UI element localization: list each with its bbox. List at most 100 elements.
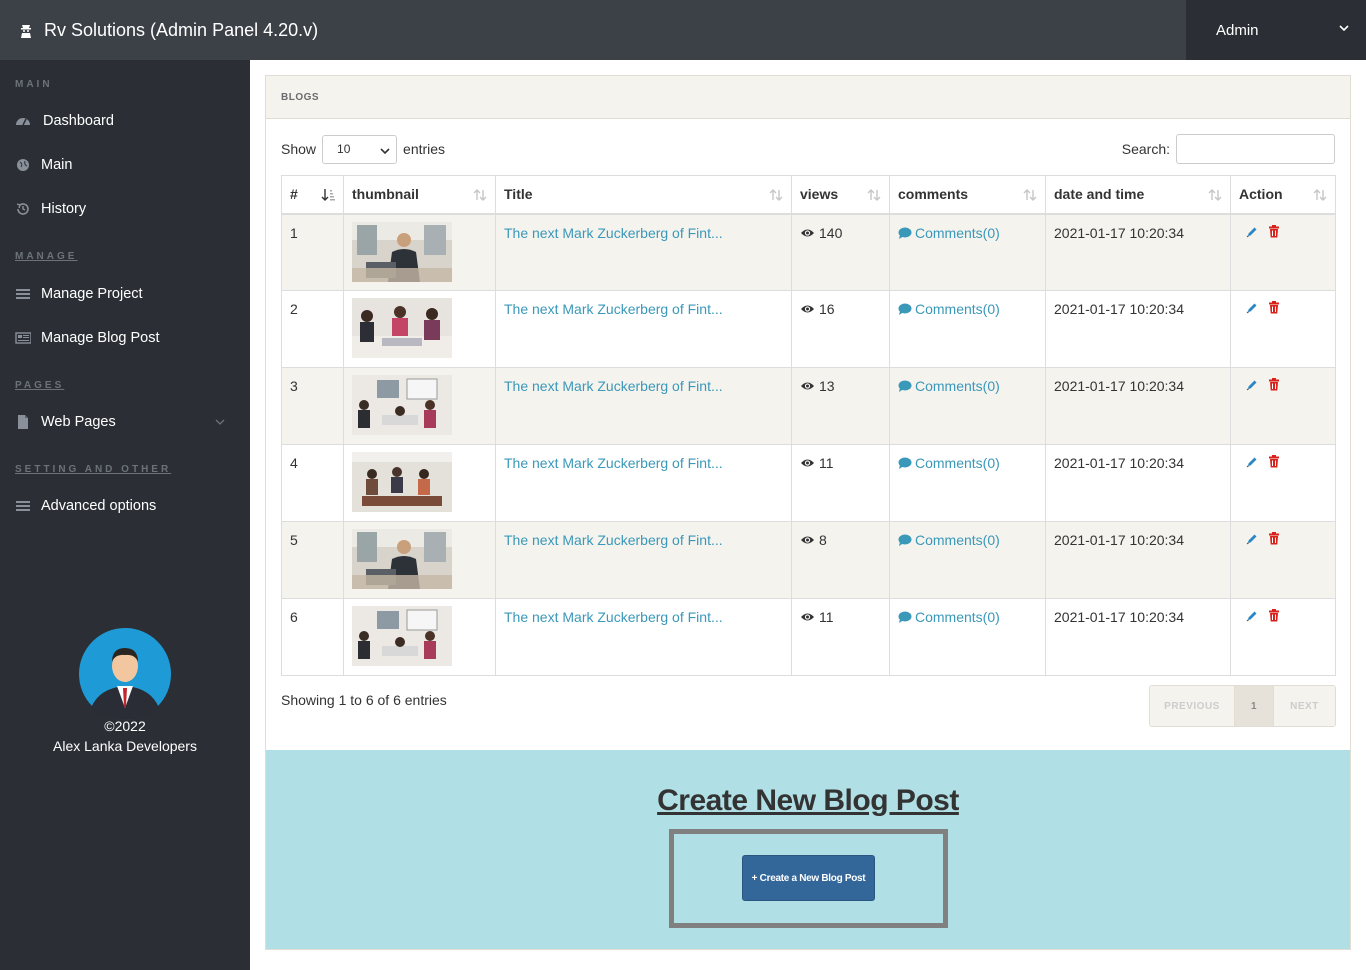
eye-icon	[801, 613, 814, 621]
table-header-row: # thumbnail Title views comments date an…	[281, 175, 1336, 215]
eye-icon	[801, 305, 814, 313]
row-number: 6	[281, 598, 344, 676]
edit-icon[interactable]	[1246, 225, 1258, 238]
post-title-link[interactable]: The next Mark Zuckerberg of Fint...	[504, 301, 723, 317]
delete-icon[interactable]	[1268, 224, 1280, 238]
comment-icon	[898, 611, 912, 623]
section-manage: MANAGE	[15, 251, 78, 262]
delete-icon[interactable]	[1268, 609, 1280, 622]
table-row: 3 The next Mark Zuckerberg of Fint... 13 Co…	[281, 367, 1336, 445]
row-number: 1	[281, 213, 344, 291]
pagination-previous[interactable]: PREVIOUS	[1150, 686, 1235, 726]
top-bar: Rv Solutions (Admin Panel 4.20.v) Admin	[0, 0, 1366, 60]
thumbnail-image[interactable]	[352, 606, 452, 666]
sidebar-item-dashboard[interactable]: Dashboard	[15, 108, 235, 134]
entries-select[interactable]: 10	[322, 134, 398, 164]
thumbnail-image[interactable]	[352, 375, 452, 435]
thumbnail-cell	[343, 444, 496, 522]
dashboard-icon	[16, 118, 30, 126]
post-title-link[interactable]: The next Mark Zuckerberg of Fint...	[504, 455, 723, 471]
comments-cell: Comments(0)	[889, 598, 1046, 676]
sidebar-item-main[interactable]: Main	[15, 152, 235, 178]
sidebar-profile: ©2022 Alex Lanka Developers	[0, 628, 250, 754]
comments-link[interactable]: Comments(0)	[898, 378, 1000, 394]
column-header-action[interactable]: Action	[1230, 175, 1336, 215]
column-header-views[interactable]: views	[791, 175, 890, 215]
blogs-table: # thumbnail Title views comments date an…	[281, 175, 1336, 676]
comments-cell: Comments(0)	[889, 367, 1046, 445]
thumbnail-image[interactable]	[352, 452, 452, 512]
title-cell: The next Mark Zuckerberg of Fint...	[495, 290, 792, 368]
column-header-thumbnail[interactable]: thumbnail	[343, 175, 496, 215]
comments-link[interactable]: Comments(0)	[898, 225, 1000, 241]
comments-label: Comments(0)	[915, 301, 1000, 317]
sort-icon	[473, 189, 487, 201]
brand[interactable]: Rv Solutions (Admin Panel 4.20.v)	[18, 0, 318, 60]
comment-icon	[898, 534, 912, 546]
user-menu[interactable]: Admin	[1186, 0, 1366, 60]
column-header-date[interactable]: date and time	[1045, 175, 1231, 215]
delete-icon[interactable]	[1268, 378, 1280, 391]
table-row: 2 The next Mark Zuckerberg of Fint... 16 Co…	[281, 290, 1336, 368]
comments-link[interactable]: Comments(0)	[898, 609, 1000, 625]
edit-icon[interactable]	[1246, 378, 1258, 391]
edit-icon[interactable]	[1246, 609, 1258, 622]
section-settings: SETTING AND OTHER	[15, 464, 172, 475]
sidebar-item-manage-blog[interactable]: Manage Blog Post	[15, 325, 235, 351]
date-cell: 2021-01-17 10:20:34	[1045, 598, 1231, 676]
thumbnail-image[interactable]	[352, 221, 452, 282]
views-cell: 16	[791, 290, 890, 368]
views-count: 16	[819, 301, 835, 317]
views-count: 11	[819, 609, 834, 625]
sidebar: MAIN Dashboard Main History MANAGE Manag…	[0, 60, 250, 970]
comment-icon	[898, 303, 912, 315]
thumbnail-image[interactable]	[352, 298, 452, 358]
post-title-link[interactable]: The next Mark Zuckerberg of Fint...	[504, 532, 723, 548]
date-cell: 2021-01-17 10:20:34	[1045, 367, 1231, 445]
panel-heading: BLOGS	[266, 76, 1350, 119]
entries-label: entries	[403, 141, 446, 157]
create-post-heading[interactable]: Create New Blog Post	[266, 784, 1350, 818]
column-header-comments[interactable]: comments	[889, 175, 1046, 215]
post-title-link[interactable]: The next Mark Zuckerberg of Fint...	[504, 225, 723, 241]
pagination-page-1[interactable]: 1	[1235, 686, 1274, 726]
sidebar-item-history[interactable]: History	[15, 196, 235, 222]
column-label: comments	[898, 186, 969, 203]
user-secret-icon	[21, 25, 31, 38]
entries-select-value: 10	[337, 142, 351, 156]
search-input[interactable]	[1176, 134, 1335, 164]
sidebar-item-web-pages[interactable]: Web Pages	[15, 409, 235, 435]
post-title-link[interactable]: The next Mark Zuckerberg of Fint...	[504, 378, 723, 394]
action-cell	[1230, 521, 1336, 599]
row-number: 2	[281, 290, 344, 368]
delete-icon[interactable]	[1268, 532, 1280, 545]
thumbnail-image[interactable]	[352, 529, 452, 589]
delete-icon[interactable]	[1268, 301, 1280, 314]
edit-icon[interactable]	[1246, 455, 1258, 468]
sidebar-item-manage-project[interactable]: Manage Project	[15, 281, 235, 307]
comments-link[interactable]: Comments(0)	[898, 301, 1000, 317]
edit-icon[interactable]	[1246, 532, 1258, 545]
delete-icon[interactable]	[1268, 455, 1280, 468]
column-header-num[interactable]: #	[281, 175, 344, 215]
post-title-link[interactable]: The next Mark Zuckerberg of Fint...	[504, 609, 723, 625]
action-cell	[1230, 290, 1336, 368]
eye-icon	[801, 382, 814, 390]
blogs-panel: BLOGS Show 10 entries Search: # thumbnai…	[265, 75, 1351, 950]
title-cell: The next Mark Zuckerberg of Fint...	[495, 444, 792, 522]
sidebar-item-advanced-options[interactable]: Advanced options	[15, 493, 235, 519]
list-icon	[16, 289, 30, 299]
comments-link[interactable]: Comments(0)	[898, 532, 1000, 548]
pagination-next[interactable]: NEXT	[1274, 686, 1335, 726]
title-cell: The next Mark Zuckerberg of Fint...	[495, 598, 792, 676]
sort-icon	[1208, 189, 1222, 201]
user-name: Admin	[1216, 21, 1259, 39]
edit-icon[interactable]	[1246, 301, 1258, 314]
create-post-button[interactable]: + Create a New Blog Post	[742, 855, 875, 901]
column-header-title[interactable]: Title	[495, 175, 792, 215]
create-post-frame: + Create a New Blog Post	[669, 829, 948, 928]
table-row: 5 The next Mark Zuckerberg of Fint... 8 Com…	[281, 521, 1336, 599]
comments-link[interactable]: Comments(0)	[898, 455, 1000, 471]
comments-label: Comments(0)	[915, 224, 1000, 241]
sidebar-item-label: Dashboard	[43, 113, 114, 129]
